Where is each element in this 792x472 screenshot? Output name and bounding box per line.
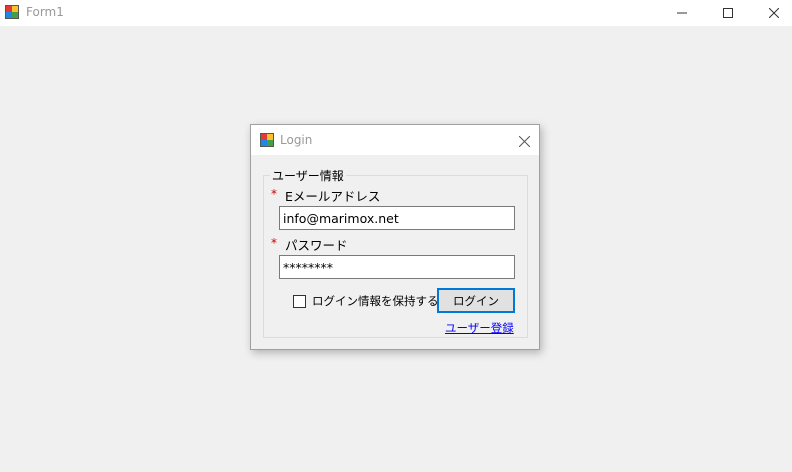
login-button[interactable]: ログイン: [437, 288, 515, 313]
dialog-titlebar: Login: [251, 125, 539, 155]
register-link[interactable]: ユーザー登録: [445, 320, 514, 336]
password-field[interactable]: [279, 255, 515, 279]
minimize-button[interactable]: [659, 0, 705, 26]
password-label: パスワード: [285, 238, 348, 253]
maximize-button[interactable]: [705, 0, 751, 26]
remember-login-checkbox[interactable]: ログイン情報を保持する: [293, 293, 439, 309]
dialog-app-icon: [260, 133, 274, 147]
remember-login-label: ログイン情報を保持する: [312, 294, 439, 308]
dialog-close-button[interactable]: [515, 132, 533, 150]
login-dialog: Login ユーザー情報 * Eメールアドレス * パスワード ログイン情報を保…: [250, 124, 540, 350]
app-icon: [5, 5, 19, 19]
main-titlebar: Form1: [0, 0, 792, 26]
close-icon: [769, 8, 779, 18]
group-legend: ユーザー情報: [270, 167, 346, 184]
email-required-mark: *: [271, 187, 277, 201]
minimize-icon: [677, 12, 687, 14]
maximize-icon: [723, 8, 733, 18]
window-title: Form1: [26, 5, 64, 19]
email-label: Eメールアドレス: [285, 189, 381, 204]
password-required-mark: *: [271, 236, 277, 250]
close-button[interactable]: [751, 0, 792, 26]
dialog-title: Login: [280, 133, 313, 147]
email-field[interactable]: [279, 206, 515, 230]
checkbox-box[interactable]: [293, 294, 306, 308]
close-icon: [518, 135, 530, 147]
